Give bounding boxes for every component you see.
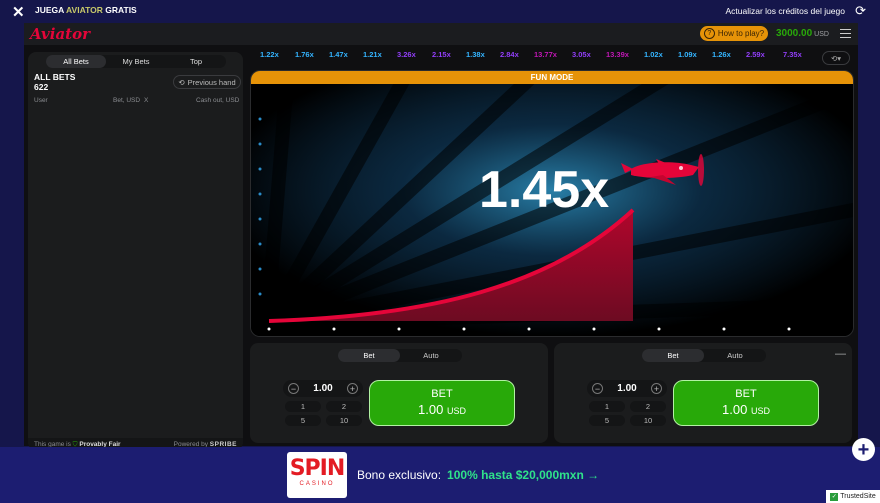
multiplier-badge: 1.38x — [466, 50, 485, 59]
bet-amount-stepper: − 1.00 + — [587, 380, 667, 397]
col-cashout: Cash out, USD — [196, 97, 240, 104]
multiplier-badge: 13.39x — [606, 50, 629, 59]
current-multiplier: 1.45x — [479, 161, 610, 219]
tab-auto[interactable]: Auto — [400, 349, 462, 362]
tab-all-bets[interactable]: All Bets — [46, 55, 106, 68]
balance: 3000.00 USD — [776, 28, 829, 39]
close-icon[interactable]: ✕ — [12, 3, 25, 21]
quick-amount-button[interactable]: 2 — [630, 401, 666, 412]
multiplier-badge: 1.26x — [712, 50, 731, 59]
quick-amount-button[interactable]: 2 — [326, 401, 362, 412]
all-bets-summary: ALL BETS 622 — [34, 72, 76, 92]
tab-top[interactable]: Top — [166, 55, 226, 68]
bet-button[interactable]: BET 1.00 USD — [369, 380, 515, 426]
bet-button[interactable]: BET 1.00 USD — [673, 380, 819, 426]
plus-icon[interactable]: + — [651, 383, 662, 394]
multiplier-badge: 1.76x — [295, 50, 314, 59]
fun-mode-banner: FUN MODE — [251, 71, 853, 84]
quick-amount-button[interactable]: 10 — [326, 415, 362, 426]
previous-hand-button[interactable]: ⟲ Previous hand — [173, 75, 241, 89]
history-icon: ⟲ — [178, 77, 185, 87]
game-window: Aviator ? How to play? 3000.00 USD All Be… — [24, 23, 858, 450]
promo-banner[interactable]: SPIN CASINO Bono exclusivo: 100% hasta $2… — [0, 447, 880, 503]
bet-amount-value[interactable]: 1.00 — [303, 383, 343, 394]
bet-mode-tabs: Bet Auto — [338, 349, 462, 362]
quick-amount-button[interactable]: 1 — [589, 401, 625, 412]
aviator-logo: Aviator — [30, 25, 90, 43]
multiplier-badge: 3.26x — [397, 50, 416, 59]
refresh-icon[interactable]: ⟳ — [855, 3, 866, 19]
bets-tabs: All Bets My Bets Top — [46, 55, 226, 68]
game-header: Aviator ? How to play? 3000.00 USD — [24, 23, 858, 45]
quick-amount-button[interactable]: 10 — [630, 415, 666, 426]
tab-bet[interactable]: Bet — [642, 349, 704, 362]
tab-my-bets[interactable]: My Bets — [106, 55, 166, 68]
update-credits-link[interactable]: Actualizar los créditos del juego — [725, 6, 845, 16]
bets-panel: All Bets My Bets Top ALL BETS 622 ⟲ Prev… — [28, 52, 243, 450]
multiplier-badge: 13.77x — [534, 50, 557, 59]
multiplier-badge: 3.05x — [572, 50, 591, 59]
history-toggle-button[interactable]: ⟲▾ — [822, 51, 850, 65]
multiplier-badge: 2.84x — [500, 50, 519, 59]
quick-amount-button[interactable]: 5 — [285, 415, 321, 426]
multiplier-history: 1.22x 1.76x 1.47x 1.21x 3.26x 2.15x 1.38… — [252, 50, 812, 64]
quick-amount-button[interactable]: 1 — [285, 401, 321, 412]
bet-mode-tabs: Bet Auto — [642, 349, 766, 362]
multiplier-badge: 1.09x — [678, 50, 697, 59]
how-to-play-button[interactable]: ? How to play? — [700, 26, 768, 41]
multiplier-badge: 1.22x — [260, 50, 279, 59]
col-user: User — [34, 97, 48, 104]
plus-icon[interactable]: + — [347, 383, 358, 394]
multiplier-badge: 7.35x — [783, 50, 802, 59]
top-bar: ✕ JUEGA AVIATOR GRATIS Actualizar los cr… — [0, 0, 880, 22]
game-stage: FUN MODE 1.45x — [250, 70, 854, 337]
plus-icon[interactable]: + — [852, 438, 875, 461]
banner-text: Bono exclusivo: 100% hasta $20,000mxn → — [357, 468, 600, 482]
history-icon: ⟲▾ — [830, 53, 842, 63]
promo-title: JUEGA AVIATOR GRATIS — [35, 5, 137, 15]
tab-auto[interactable]: Auto — [704, 349, 766, 362]
quick-amount-button[interactable]: 5 — [589, 415, 625, 426]
bet-panel-1: Bet Auto − 1.00 + 1 2 5 10 BET 1.00 USD — [250, 343, 548, 443]
trusted-site-badge[interactable]: ✓ TrustedSite — [826, 490, 880, 503]
minus-icon[interactable]: − — [288, 383, 299, 394]
spin-casino-logo: SPIN CASINO — [287, 452, 347, 498]
checkmark-icon: ✓ — [830, 492, 839, 501]
tab-bet[interactable]: Bet — [338, 349, 400, 362]
question-icon: ? — [703, 28, 715, 39]
col-x: X — [144, 97, 149, 104]
remove-panel-button[interactable]: — — [835, 348, 846, 360]
bet-amount-value[interactable]: 1.00 — [607, 383, 647, 394]
menu-icon[interactable] — [840, 29, 851, 38]
multiplier-badge: 2.15x — [432, 50, 451, 59]
col-bet: Bet, USD — [113, 97, 141, 104]
minus-icon[interactable]: − — [592, 383, 603, 394]
multiplier-badge: 1.02x — [644, 50, 663, 59]
multiplier-badge: 1.47x — [329, 50, 348, 59]
multiplier-badge: 1.21x — [363, 50, 382, 59]
bet-amount-stepper: − 1.00 + — [283, 380, 363, 397]
multiplier-badge: 2.59x — [746, 50, 765, 59]
bet-panel-2: Bet Auto — − 1.00 + 1 2 5 10 BET 1.00 US… — [554, 343, 852, 443]
